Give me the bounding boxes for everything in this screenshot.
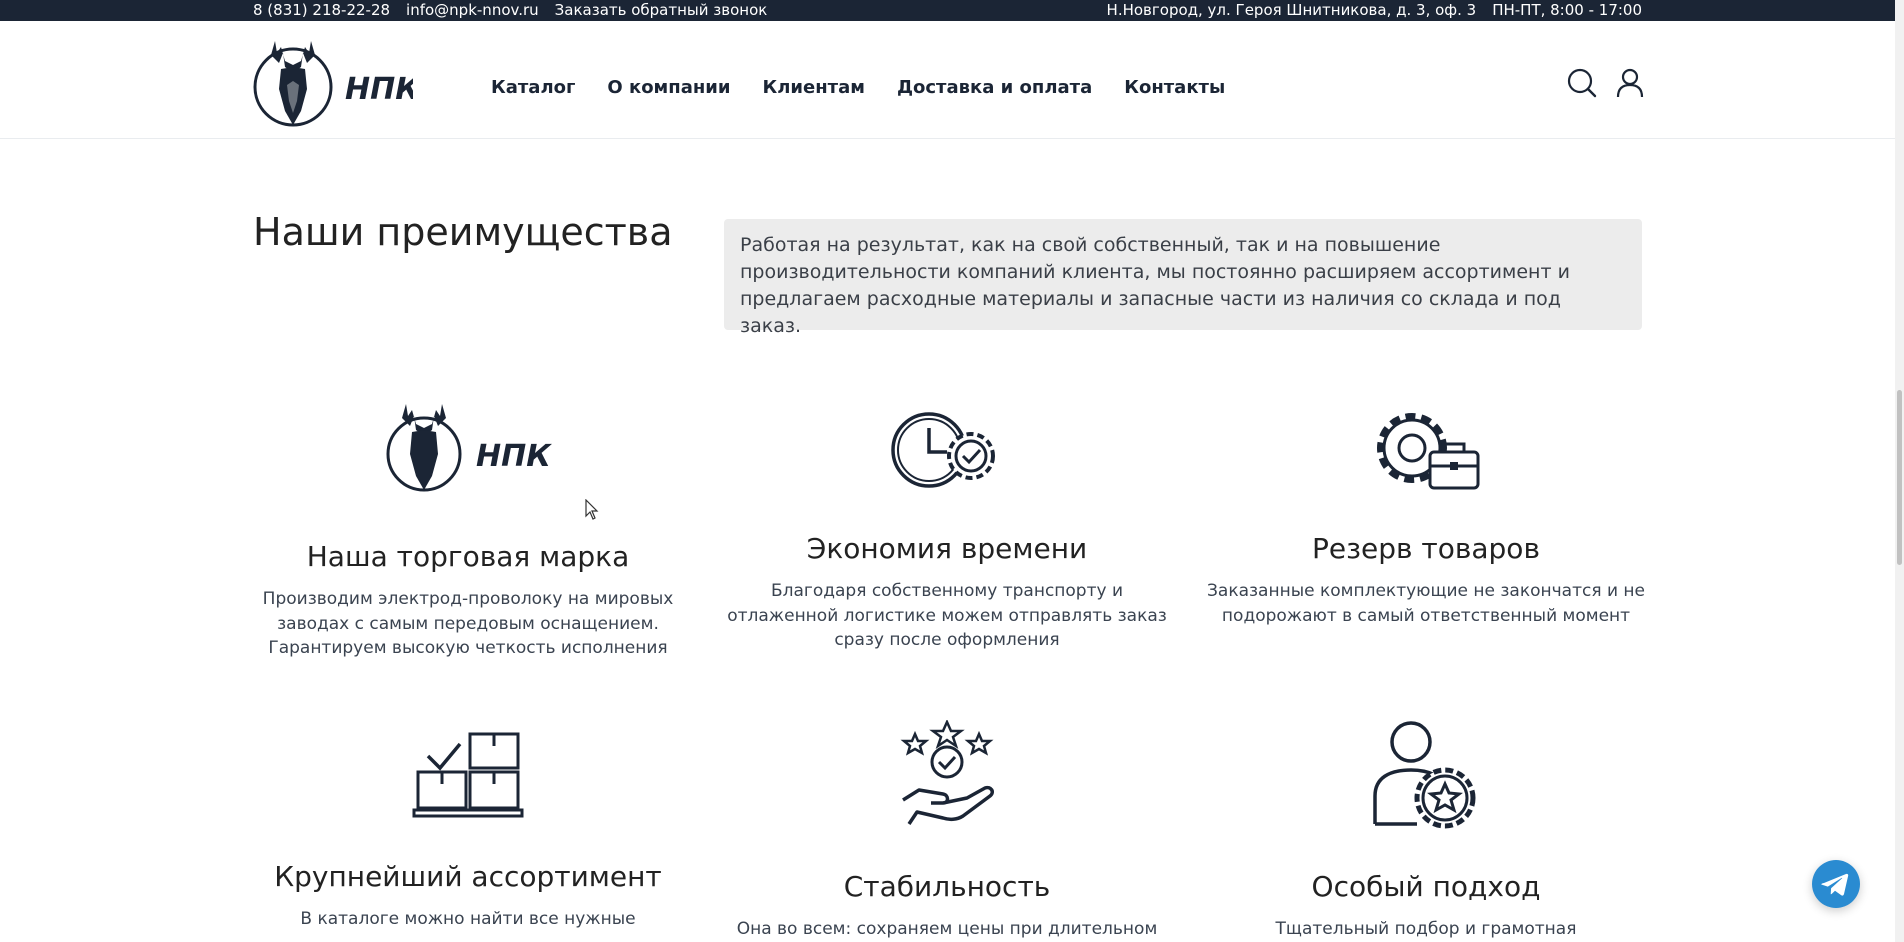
mouse-cursor-icon: [585, 499, 599, 520]
feature-text: Она во всем: сохраняем цены при длительн…: [736, 919, 1158, 939]
user-star-icon: [1373, 721, 1476, 829]
main-nav: Каталог О компании Клиентам Доставка и о…: [491, 77, 1225, 98]
feature-text: Благодаря собственному транспорту и отла…: [727, 581, 1167, 650]
address-text: Н.Новгород, ул. Героя Шнитникова, д. 3, …: [1106, 1, 1477, 19]
intro-text: Работая на результат, как на свой собств…: [724, 219, 1642, 337]
nav-delivery[interactable]: Доставка и оплата: [897, 77, 1092, 98]
user-account-icon[interactable]: [1614, 67, 1646, 99]
clock-gear-icon: [891, 412, 995, 488]
email-link[interactable]: info@npk-nnov.ru: [406, 1, 539, 20]
feature-title: Резерв товаров: [1312, 532, 1540, 565]
feature-title: Стабильность: [843, 870, 1051, 903]
nav-clients[interactable]: Клиентам: [763, 77, 865, 98]
feature-card: НПК Наша торговая марка Производим элект…: [248, 398, 688, 661]
svg-text:НПК: НПК: [345, 72, 413, 107]
feature-card: Стабильность Она во всем: сохраняем цены…: [727, 720, 1167, 942]
feature-card: Крупнейший ассортимент В каталоге можно …: [248, 730, 688, 932]
feature-title: Экономия времени: [806, 532, 1088, 565]
boxes-icon: [412, 732, 524, 818]
site-logo[interactable]: НПК: [253, 33, 421, 133]
hand-stars-icon: [900, 720, 994, 825]
nav-about[interactable]: О компании: [607, 77, 730, 98]
feature-text: В каталоге можно найти все нужные: [300, 909, 636, 929]
nav-catalog[interactable]: Каталог: [491, 77, 575, 98]
telegram-button[interactable]: [1812, 860, 1860, 908]
phone-link[interactable]: 8 (831) 218-22-28: [253, 1, 390, 20]
site-header: НПК Каталог О компании Клиентам Доставка…: [0, 21, 1904, 139]
top-bar: 8 (831) 218-22-28 info@npk-nnov.ru Заказ…: [0, 0, 1904, 21]
feature-title: Наша торговая марка: [306, 540, 630, 573]
feature-card: Резерв товаров Заказанные комплектующие …: [1206, 406, 1646, 628]
callback-link[interactable]: Заказать обратный звонок: [555, 1, 768, 20]
nav-contacts[interactable]: Контакты: [1124, 77, 1225, 98]
gear-briefcase-icon: [1377, 413, 1480, 490]
work-hours-text: ПН-ПТ, 8:00 - 17:00: [1492, 1, 1642, 19]
feature-card: Особый подход Тщательный подбор и грамот…: [1206, 720, 1646, 942]
svg-text:НПК: НПК: [476, 439, 552, 474]
feature-title: Особый подход: [1311, 870, 1541, 903]
section-title: Наши преимущества: [253, 210, 673, 254]
page-scrollbar-thumb[interactable]: [1897, 390, 1902, 565]
search-icon[interactable]: [1566, 67, 1598, 99]
feature-text: Тщательный подбор и грамотная: [1275, 919, 1577, 939]
feature-text: Производим электрод-проволоку на мировых…: [262, 589, 674, 658]
feature-text: Заказанные комплектующие не закончатся и…: [1207, 581, 1645, 626]
feature-title: Крупнейший ассортимент: [274, 860, 662, 893]
feature-card: Экономия времени Благодаря собственному …: [727, 408, 1167, 653]
telegram-icon: [1821, 873, 1849, 896]
brand-logo-icon: НПК: [386, 404, 552, 492]
